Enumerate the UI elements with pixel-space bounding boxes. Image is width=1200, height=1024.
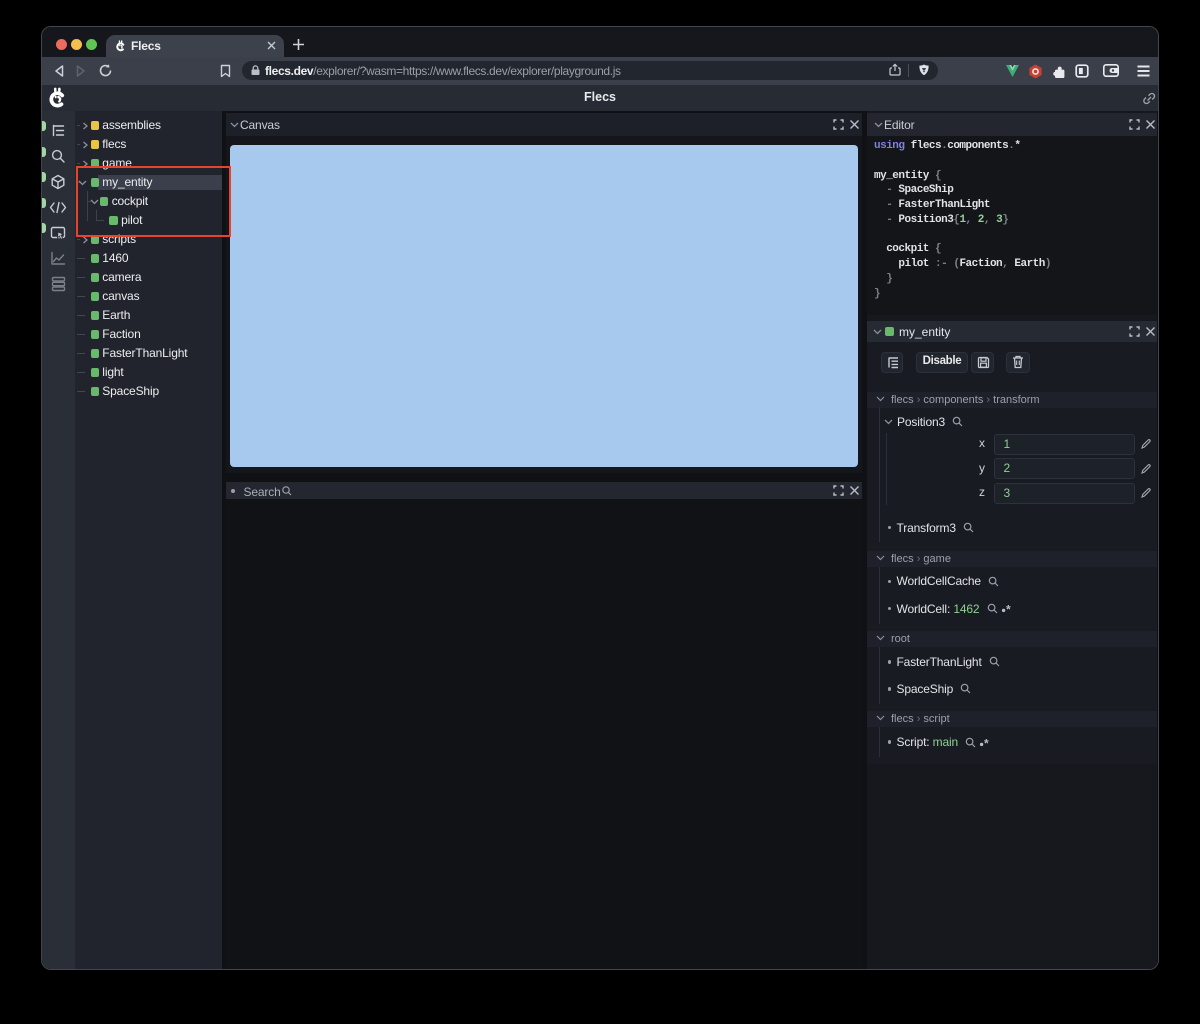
svg-text:*: * bbox=[1006, 603, 1011, 614]
svg-text:*: * bbox=[984, 737, 989, 748]
